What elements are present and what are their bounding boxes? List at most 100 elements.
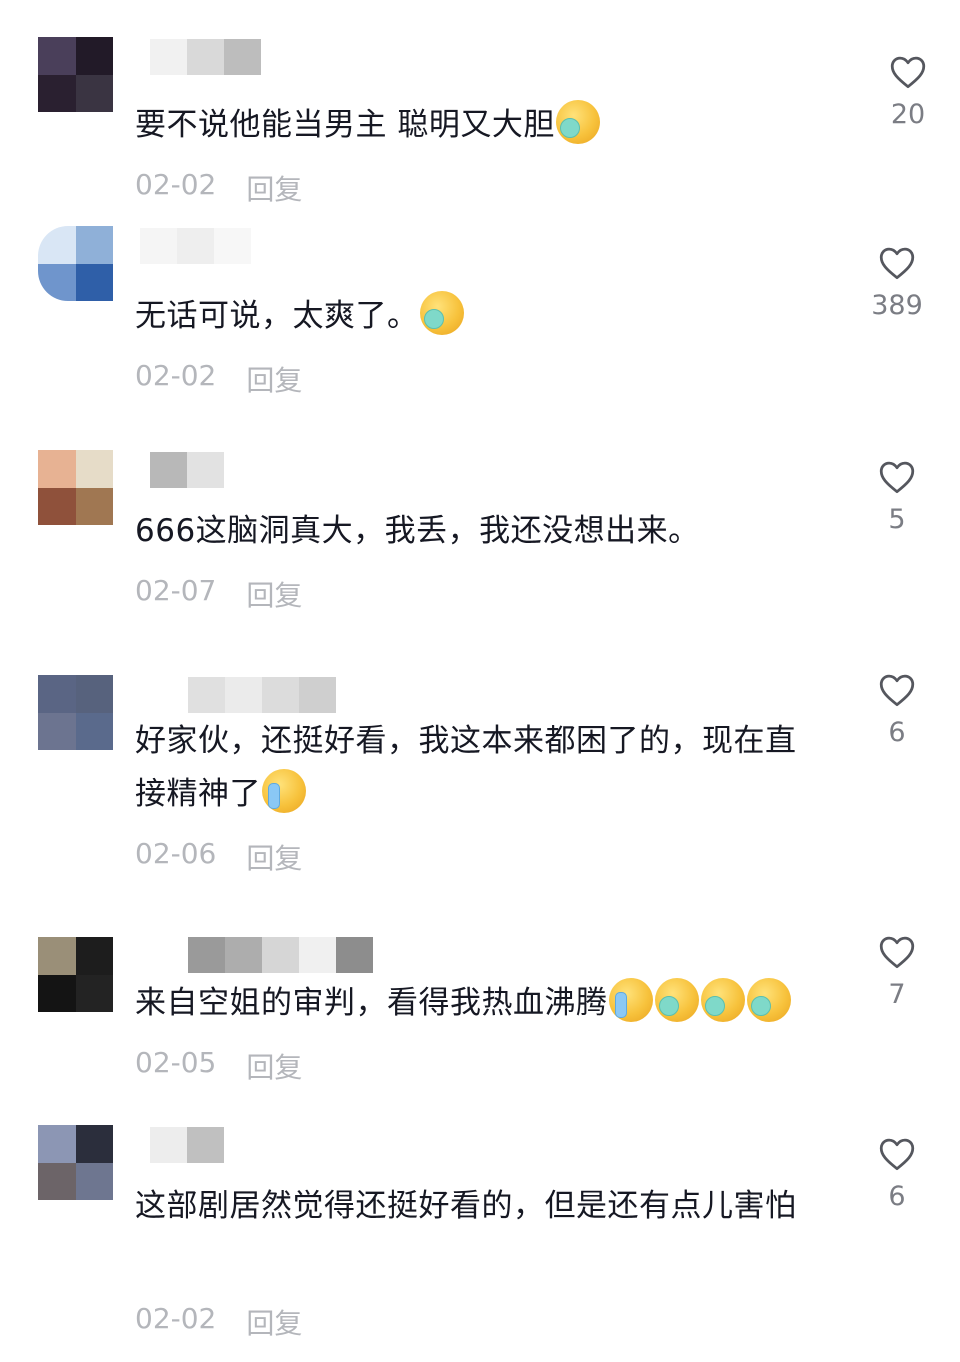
username-blur-block <box>150 1127 187 1163</box>
avatar-tile <box>75 263 113 301</box>
avatar[interactable] <box>38 37 113 112</box>
avatar-tile <box>75 1125 113 1163</box>
username-blur-block <box>150 39 187 75</box>
like-count: 5 <box>888 504 906 535</box>
avatar-tile <box>75 487 113 525</box>
comment-body: 要不说他能当男主 聪明又大胆 <box>135 107 555 143</box>
username-blurred[interactable] <box>188 937 373 973</box>
reply-button[interactable]: 回复 <box>246 359 302 399</box>
username-blur-block <box>187 1127 224 1163</box>
like-count: 7 <box>888 979 906 1010</box>
avatar[interactable] <box>38 450 113 525</box>
like-count: 6 <box>888 717 906 748</box>
avatar-tile <box>38 450 76 488</box>
avatar[interactable] <box>38 1125 113 1200</box>
username-blur-block <box>224 39 261 75</box>
avatar-tile <box>75 712 113 750</box>
avatar-tile <box>38 1125 76 1163</box>
reply-button[interactable]: 回复 <box>246 837 302 877</box>
username-blur-block <box>188 677 225 713</box>
heart-icon[interactable] <box>878 246 916 280</box>
username-blur-block <box>225 937 262 973</box>
shuang-emoji-icon <box>555 100 600 144</box>
username-blurred[interactable] <box>188 677 336 713</box>
avatar-tile <box>75 675 113 713</box>
like-button[interactable]: 7 <box>852 935 942 1010</box>
avatar-tile <box>75 1162 113 1200</box>
comment-date: 02-05 <box>135 1046 217 1079</box>
shuang-emoji-icon <box>419 291 464 335</box>
crying-emoji-icon <box>608 978 653 1022</box>
avatar[interactable] <box>38 675 113 750</box>
avatar-tile <box>38 712 76 750</box>
avatar-tile <box>38 1162 76 1200</box>
avatar-tile <box>75 37 113 75</box>
username-blur-block <box>262 937 299 973</box>
username-blurred[interactable] <box>150 1127 224 1163</box>
comment-meta: 02-02 回复 <box>135 359 302 399</box>
comment-body: 666这脑洞真大，我丢，我还没想出来。 <box>135 513 700 549</box>
comment-body: 无话可说，太爽了。 <box>135 298 419 334</box>
username-blurred[interactable] <box>150 39 261 75</box>
username-blurred[interactable] <box>140 228 251 264</box>
avatar-tile <box>75 226 113 264</box>
comment-date: 02-02 <box>135 168 217 201</box>
avatar-tile <box>75 974 113 1012</box>
avatar-tile <box>38 675 76 713</box>
avatar-tile <box>38 37 76 75</box>
username-blur-block <box>299 677 336 713</box>
username-blur-block <box>177 228 214 264</box>
avatar-tile <box>38 487 76 525</box>
heart-icon[interactable] <box>878 460 916 494</box>
like-button[interactable]: 5 <box>852 460 942 535</box>
comment-text: 好家伙，还挺好看，我这本来都困了的，现在直接精神了 <box>135 715 815 821</box>
like-button[interactable]: 20 <box>863 55 953 130</box>
comment-date: 02-07 <box>135 574 217 607</box>
heart-icon[interactable] <box>878 673 916 707</box>
username-blur-block <box>299 937 336 973</box>
crying-emoji-icon <box>262 769 306 813</box>
comment-body: 来自空姐的审判，看得我热血沸腾 <box>135 985 608 1021</box>
comment-text: 无话可说，太爽了。 <box>135 290 815 343</box>
comment-meta: 02-02 回复 <box>135 1302 302 1342</box>
reply-button[interactable]: 回复 <box>246 1046 302 1086</box>
comment-text: 666这脑洞真大，我丢，我还没想出来。 <box>135 505 815 558</box>
avatar-tile <box>38 74 76 112</box>
reply-button[interactable]: 回复 <box>246 1302 302 1342</box>
avatar-tile <box>38 974 76 1012</box>
username-blur-block <box>262 677 299 713</box>
username-blur-block <box>214 228 251 264</box>
avatar-tile <box>38 937 76 975</box>
username-blur-block <box>225 677 262 713</box>
comment-body: 好家伙，还挺好看，我这本来都困了的，现在直接精神了 <box>135 723 797 812</box>
comment-date: 02-06 <box>135 837 217 870</box>
reply-button[interactable]: 回复 <box>246 574 302 614</box>
like-button[interactable]: 6 <box>852 1137 942 1212</box>
username-blur-block <box>336 937 373 973</box>
avatar[interactable] <box>38 226 113 301</box>
comment-meta: 02-02 回复 <box>135 168 302 208</box>
username-blur-block <box>140 228 177 264</box>
like-button[interactable]: 6 <box>852 673 942 748</box>
avatar-tile <box>38 226 76 264</box>
comment-body: 这部剧居然觉得还挺好看的，但是还有点儿害怕 <box>135 1188 797 1224</box>
username-blur-block <box>150 452 187 488</box>
comment-date: 02-02 <box>135 1302 217 1335</box>
like-count: 20 <box>890 99 926 130</box>
heart-icon[interactable] <box>878 1137 916 1171</box>
avatar-tile <box>75 937 113 975</box>
username-blur-block <box>187 452 224 488</box>
avatar-tile <box>38 263 76 301</box>
comment-text: 这部剧居然觉得还挺好看的，但是还有点儿害怕 <box>135 1180 815 1233</box>
username-blur-block <box>187 39 224 75</box>
heart-icon[interactable] <box>878 935 916 969</box>
comment-text: 要不说他能当男主 聪明又大胆 <box>135 99 815 152</box>
like-button[interactable]: 389 <box>852 246 942 321</box>
shuang-emoji-icon <box>654 978 699 1022</box>
avatar[interactable] <box>38 937 113 1012</box>
comment-date: 02-02 <box>135 359 217 392</box>
heart-icon[interactable] <box>889 55 927 89</box>
reply-button[interactable]: 回复 <box>246 168 302 208</box>
comment-meta: 02-07 回复 <box>135 574 302 614</box>
username-blurred[interactable] <box>150 452 224 488</box>
